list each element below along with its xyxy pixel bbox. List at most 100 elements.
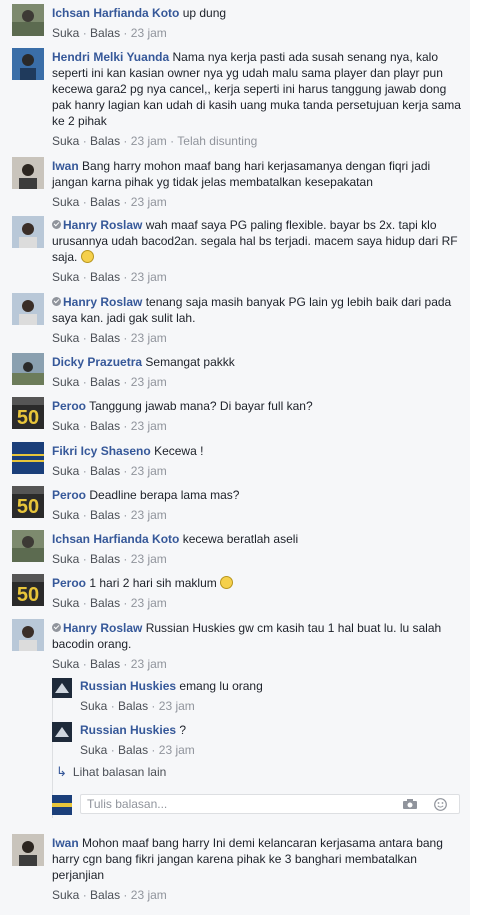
- timestamp[interactable]: 23 jam: [131, 508, 167, 522]
- svg-text:50: 50: [17, 496, 39, 518]
- avatar[interactable]: [12, 4, 44, 36]
- reply-link[interactable]: Balas: [90, 464, 120, 478]
- avatar[interactable]: [12, 48, 44, 80]
- timestamp[interactable]: 23 jam: [131, 331, 167, 345]
- avatar[interactable]: [12, 216, 44, 248]
- reply-link[interactable]: Balas: [90, 134, 120, 148]
- commenter-name[interactable]: Hanry Roslaw: [63, 218, 142, 232]
- reply-composer: Tulis balasan...: [52, 794, 462, 816]
- verified-icon: [52, 623, 61, 632]
- svg-text:50: 50: [17, 407, 39, 429]
- reply-link[interactable]: Balas: [90, 419, 120, 433]
- commenter-name[interactable]: Peroo: [52, 488, 86, 502]
- reply-link[interactable]: Balas: [90, 657, 120, 671]
- commenter-name[interactable]: Peroo: [52, 576, 86, 590]
- avatar[interactable]: [52, 678, 72, 698]
- timestamp[interactable]: 23 jam: [131, 134, 167, 148]
- reply-link[interactable]: Balas: [90, 375, 120, 389]
- smile-emoji-icon: [80, 250, 94, 263]
- like-link[interactable]: Suka: [52, 270, 79, 284]
- like-link[interactable]: Suka: [52, 419, 79, 433]
- timestamp[interactable]: 23 jam: [131, 596, 167, 610]
- avatar[interactable]: [12, 293, 44, 325]
- commenter-name[interactable]: Hanry Roslaw: [63, 295, 142, 309]
- comment-text: Semangat pakkk: [145, 355, 235, 369]
- grimace-emoji-icon: [220, 576, 234, 589]
- like-link[interactable]: Suka: [52, 888, 79, 902]
- like-link[interactable]: Suka: [52, 195, 79, 209]
- commenter-name[interactable]: Ichsan Harfianda Koto: [52, 532, 179, 546]
- comment-text: Deadline berapa lama mas?: [89, 488, 240, 502]
- commenter-name[interactable]: Hendri Melki Yuanda: [52, 50, 169, 64]
- avatar[interactable]: 50: [12, 397, 44, 429]
- reply-link[interactable]: Balas: [90, 552, 120, 566]
- timestamp[interactable]: 23 jam: [159, 743, 195, 757]
- camera-icon[interactable]: [403, 799, 417, 809]
- comment-text: kecewa beratlah aseli: [182, 532, 299, 546]
- timestamp[interactable]: 23 jam: [131, 26, 167, 40]
- reply-input[interactable]: Tulis balasan...: [80, 794, 460, 814]
- comment-text: Tanggung jawab mana? Di bayar full kan?: [89, 399, 313, 413]
- avatar[interactable]: 50: [12, 574, 44, 606]
- comment-text: ?: [179, 723, 187, 737]
- verified-icon: [52, 220, 61, 229]
- commenter-name[interactable]: Russian Huskies: [80, 679, 176, 693]
- timestamp[interactable]: 23 jam: [131, 195, 167, 209]
- timestamp[interactable]: 23 jam: [131, 375, 167, 389]
- reply-link[interactable]: Balas: [90, 888, 120, 902]
- like-link[interactable]: Suka: [80, 743, 107, 757]
- commenter-name[interactable]: Hanry Roslaw: [63, 621, 142, 635]
- reply-arrow-icon: ↳: [56, 764, 67, 779]
- timestamp[interactable]: 23 jam: [159, 699, 195, 713]
- like-link[interactable]: Suka: [52, 596, 79, 610]
- avatar[interactable]: [12, 530, 44, 562]
- like-link[interactable]: Suka: [52, 331, 79, 345]
- like-link[interactable]: Suka: [52, 26, 79, 40]
- emoji-icon[interactable]: [434, 798, 447, 811]
- reply-link[interactable]: Balas: [90, 195, 120, 209]
- timestamp[interactable]: 23 jam: [131, 552, 167, 566]
- avatar[interactable]: [12, 442, 44, 474]
- timestamp[interactable]: 23 jam: [131, 270, 167, 284]
- reply-link[interactable]: Balas: [90, 270, 120, 284]
- avatar[interactable]: [12, 619, 44, 651]
- like-link[interactable]: Suka: [52, 134, 79, 148]
- avatar[interactable]: [12, 353, 44, 385]
- svg-text:50: 50: [17, 584, 39, 606]
- avatar[interactable]: 50: [12, 486, 44, 518]
- commenter-name[interactable]: Russian Huskies: [80, 723, 176, 737]
- timestamp[interactable]: 23 jam: [131, 464, 167, 478]
- comment-text: Bang harry mohon maaf bang hari kerjasam…: [52, 159, 431, 189]
- comment-text: Kecewa !: [154, 444, 204, 458]
- right-gutter: [470, 0, 479, 915]
- avatar[interactable]: [12, 157, 44, 189]
- reply-link[interactable]: Balas: [118, 699, 148, 713]
- like-link[interactable]: Suka: [80, 699, 107, 713]
- commenter-name[interactable]: Ichsan Harfianda Koto: [52, 6, 179, 20]
- comment-text: 1 hari 2 hari sih maklum: [89, 576, 217, 590]
- commenter-name[interactable]: Peroo: [52, 399, 86, 413]
- reply-link[interactable]: Balas: [90, 26, 120, 40]
- comment-text: up dung: [182, 6, 227, 20]
- reply-link[interactable]: Balas: [90, 596, 120, 610]
- commenter-name[interactable]: Iwan: [52, 159, 79, 173]
- like-link[interactable]: Suka: [52, 375, 79, 389]
- avatar[interactable]: [52, 722, 72, 742]
- timestamp[interactable]: 23 jam: [131, 419, 167, 433]
- avatar[interactable]: [12, 834, 44, 866]
- reply-link[interactable]: Balas: [90, 331, 120, 345]
- reply-link[interactable]: Balas: [118, 743, 148, 757]
- like-link[interactable]: Suka: [52, 508, 79, 522]
- commenter-name[interactable]: Dicky Prazuetra: [52, 355, 142, 369]
- like-link[interactable]: Suka: [52, 552, 79, 566]
- like-link[interactable]: Suka: [52, 464, 79, 478]
- timestamp[interactable]: 23 jam: [131, 888, 167, 902]
- comment-text: emang lu orang: [179, 679, 263, 693]
- commenter-name[interactable]: Fikri Icy Shaseno: [52, 444, 151, 458]
- view-more-replies-link[interactable]: ↳ Lihat balasan lain: [56, 764, 166, 780]
- reply-link[interactable]: Balas: [90, 508, 120, 522]
- edited-label[interactable]: Telah disunting: [177, 134, 257, 148]
- timestamp[interactable]: 23 jam: [131, 657, 167, 671]
- commenter-name[interactable]: Iwan: [52, 836, 79, 850]
- like-link[interactable]: Suka: [52, 657, 79, 671]
